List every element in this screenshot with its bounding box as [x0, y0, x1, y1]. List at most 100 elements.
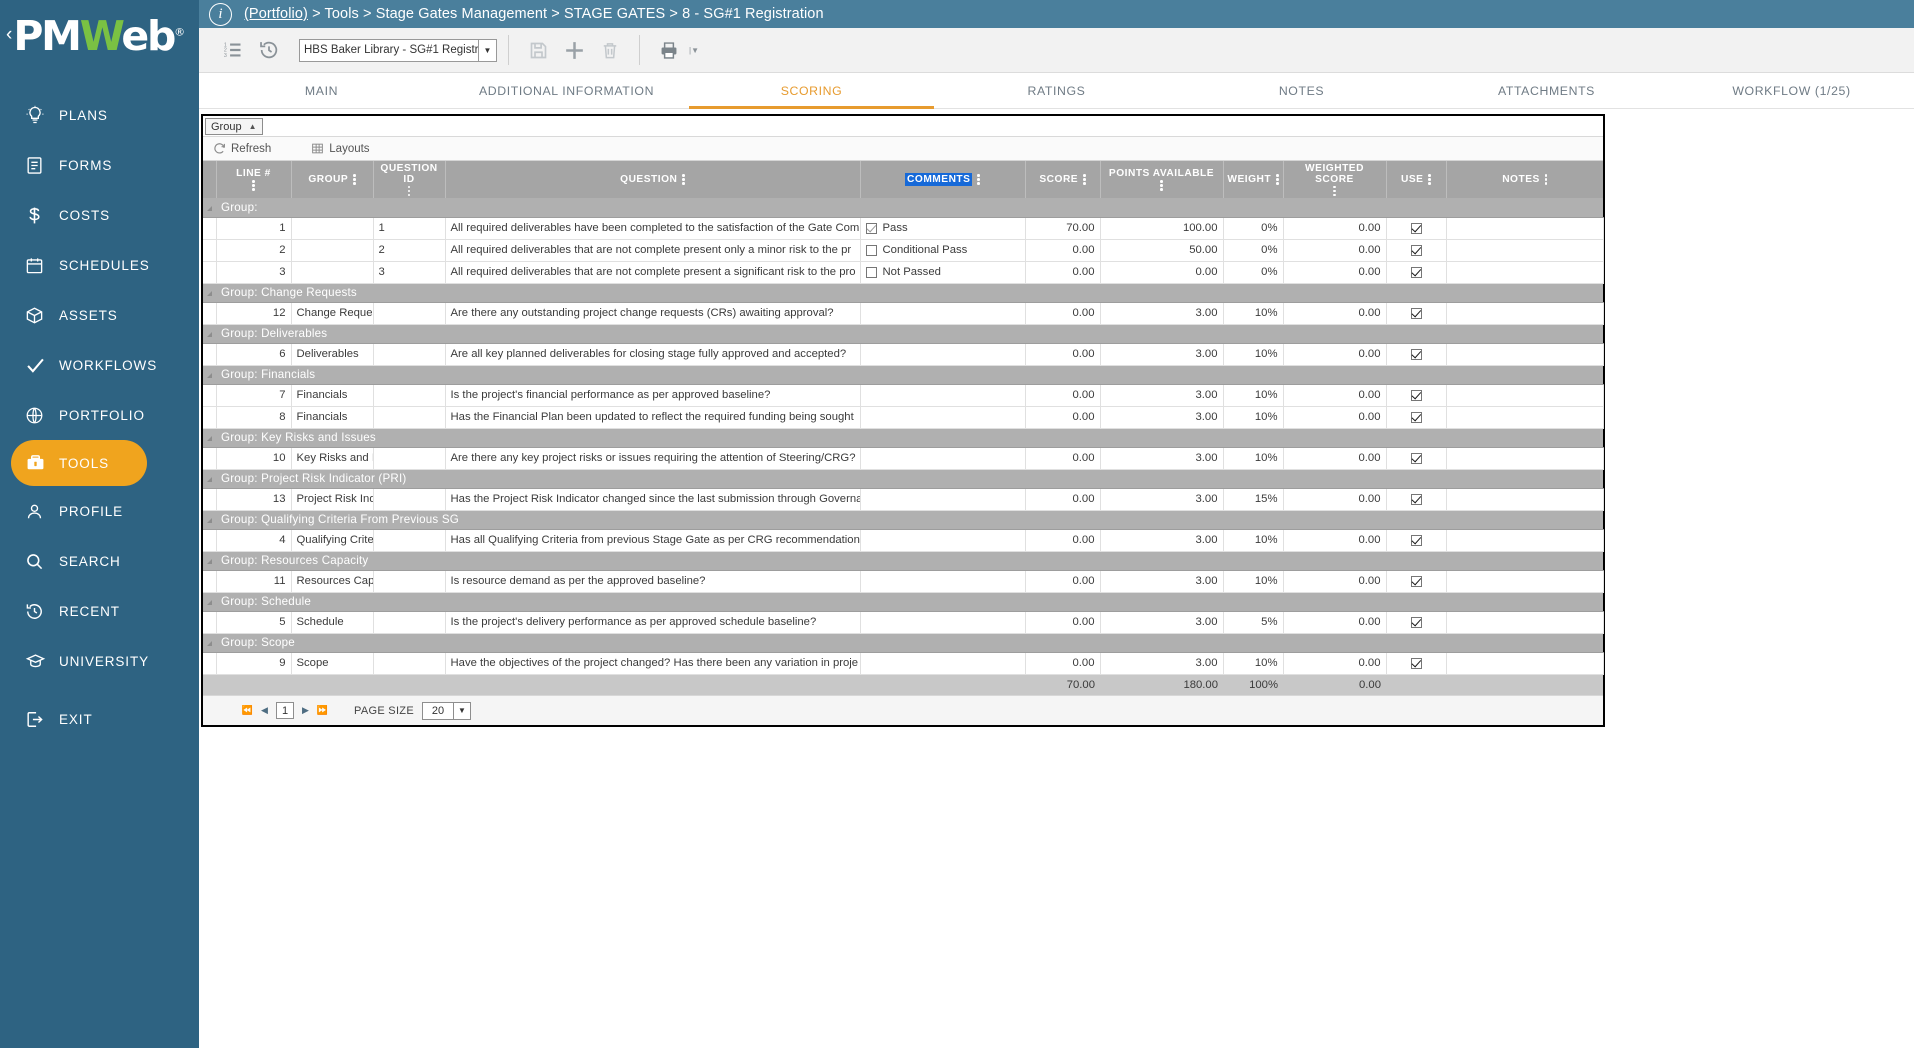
table-row[interactable]: 10 Key Risks and Is Are there any key proj…	[203, 447, 1604, 470]
cell-weight[interactable]: 10%	[1223, 384, 1284, 407]
cell-notes[interactable]	[1446, 343, 1604, 366]
cell-comments[interactable]: Pass	[860, 217, 1026, 240]
sidebar-item-exit[interactable]: EXIT	[0, 694, 199, 744]
cell-comments[interactable]	[860, 302, 1026, 325]
group-header-row[interactable]: Group: Schedule	[203, 592, 1603, 612]
group-expand-icon[interactable]	[203, 633, 216, 653]
cell-comments[interactable]	[860, 384, 1026, 407]
add-button[interactable]	[556, 32, 592, 68]
cell-use[interactable]	[1386, 261, 1447, 284]
tab-additional-information[interactable]: ADDITIONAL INFORMATION	[444, 73, 689, 108]
group-chip[interactable]: Group ▲	[205, 118, 263, 135]
cell-use[interactable]	[1386, 406, 1447, 429]
group-expand-icon[interactable]	[203, 324, 216, 344]
layouts-button[interactable]: Layouts	[311, 142, 370, 155]
cell-notes[interactable]	[1446, 611, 1604, 634]
cell-use[interactable]	[1386, 447, 1447, 470]
chevron-down-icon[interactable]: ▼	[478, 39, 496, 61]
tab-main[interactable]: MAIN	[199, 73, 444, 108]
column-menu-icon[interactable]	[1428, 174, 1431, 185]
column-menu-icon[interactable]	[353, 174, 356, 185]
column-menu-icon[interactable]	[977, 174, 980, 185]
cell-score[interactable]: 0.00	[1025, 447, 1101, 470]
row-handle[interactable]	[203, 302, 217, 325]
group-header-row[interactable]: Group:	[203, 198, 1603, 218]
tab-attachments[interactable]: ATTACHMENTS	[1424, 73, 1669, 108]
refresh-button[interactable]: Refresh	[213, 142, 271, 155]
group-expand-icon[interactable]	[203, 592, 216, 612]
cell-score[interactable]: 0.00	[1025, 611, 1101, 634]
sidebar-item-plans[interactable]: PLANS	[0, 90, 199, 140]
column-menu-icon[interactable]	[1276, 174, 1279, 185]
cell-weight[interactable]: 10%	[1223, 406, 1284, 429]
delete-button[interactable]	[592, 32, 628, 68]
group-expand-icon[interactable]	[203, 283, 216, 303]
cell-score[interactable]: 0.00	[1025, 529, 1101, 552]
sidebar-item-profile[interactable]: PROFILE	[0, 486, 199, 536]
cell-weight[interactable]: 10%	[1223, 302, 1284, 325]
col-header-question[interactable]: QUESTION	[445, 161, 861, 198]
cell-weight[interactable]: 5%	[1223, 611, 1284, 634]
row-handle[interactable]	[203, 343, 217, 366]
row-handle[interactable]	[203, 217, 217, 240]
use-checkbox[interactable]	[1410, 244, 1422, 256]
cell-notes[interactable]	[1446, 302, 1604, 325]
table-row[interactable]: 3 3 All required deliverables that are not…	[203, 261, 1604, 284]
col-header-weighted-score[interactable]: WEIGHTED SCORE	[1283, 161, 1387, 198]
sidebar-item-search[interactable]: SEARCH	[0, 536, 199, 586]
column-menu-icon[interactable]	[1544, 174, 1548, 185]
row-handle[interactable]	[203, 570, 217, 593]
cell-weight[interactable]: 10%	[1223, 447, 1284, 470]
cell-score[interactable]: 0.00	[1025, 302, 1101, 325]
cell-points-available[interactable]: 3.00	[1100, 343, 1224, 366]
row-handle[interactable]	[203, 384, 217, 407]
table-row[interactable]: 7 Financials Is the project's financial pe…	[203, 384, 1604, 407]
sidebar-item-costs[interactable]: COSTS	[0, 190, 199, 240]
cell-use[interactable]	[1386, 384, 1447, 407]
sidebar-item-university[interactable]: UNIVERSITY	[0, 636, 199, 686]
prev-page-icon[interactable]: ◀	[256, 702, 273, 719]
use-checkbox[interactable]	[1410, 493, 1422, 505]
cell-notes[interactable]	[1446, 239, 1604, 262]
table-row[interactable]: 12 Change Request Are there any outstandin…	[203, 302, 1604, 325]
cell-score[interactable]: 0.00	[1025, 652, 1101, 675]
page-size-value[interactable]: 20	[421, 701, 454, 720]
tab-ratings[interactable]: RATINGS	[934, 73, 1179, 108]
table-row[interactable]: 13 Project Risk Ind Has the Project Risk I…	[203, 488, 1604, 511]
cell-notes[interactable]	[1446, 384, 1604, 407]
sidebar-item-schedules[interactable]: SCHEDULES	[0, 240, 199, 290]
cell-use[interactable]	[1386, 302, 1447, 325]
page-size-chevron-down-icon[interactable]: ▼	[453, 701, 471, 720]
sidebar-item-tools[interactable]: TOOLS	[11, 440, 147, 486]
cell-points-available[interactable]: 3.00	[1100, 406, 1224, 429]
cell-score[interactable]: 0.00	[1025, 384, 1101, 407]
print-button[interactable]	[651, 32, 687, 68]
cell-points-available[interactable]: 3.00	[1100, 384, 1224, 407]
cell-weight[interactable]: 10%	[1223, 343, 1284, 366]
use-checkbox[interactable]	[1410, 222, 1422, 234]
cell-weight[interactable]: 10%	[1223, 570, 1284, 593]
sidebar-collapse-icon[interactable]: ‹	[6, 25, 12, 44]
cell-score[interactable]: 70.00	[1025, 217, 1101, 240]
cell-comments[interactable]: Not Passed	[860, 261, 1026, 284]
tab-notes[interactable]: NOTES	[1179, 73, 1424, 108]
cell-points-available[interactable]: 3.00	[1100, 611, 1224, 634]
cell-notes[interactable]	[1446, 529, 1604, 552]
history-icon[interactable]	[251, 32, 287, 68]
cell-comments[interactable]: Conditional Pass	[860, 239, 1026, 262]
group-header-row[interactable]: Group: Financials	[203, 365, 1603, 385]
table-row[interactable]: 8 Financials Has the Financial Plan been u…	[203, 406, 1604, 429]
cell-use[interactable]	[1386, 529, 1447, 552]
table-row[interactable]: 2 2 All required deliverables that are not…	[203, 239, 1604, 262]
group-header-row[interactable]: Group: Change Requests	[203, 283, 1603, 303]
column-menu-icon[interactable]	[407, 185, 411, 197]
group-expand-icon[interactable]	[203, 469, 216, 489]
use-checkbox[interactable]	[1410, 348, 1422, 360]
use-checkbox[interactable]	[1410, 266, 1422, 278]
cell-points-available[interactable]: 3.00	[1100, 652, 1224, 675]
cell-score[interactable]: 0.00	[1025, 343, 1101, 366]
cell-comments[interactable]	[860, 652, 1026, 675]
col-header-question-id[interactable]: QUESTION ID	[373, 161, 446, 198]
use-checkbox[interactable]	[1410, 411, 1422, 423]
cell-comments[interactable]	[860, 406, 1026, 429]
